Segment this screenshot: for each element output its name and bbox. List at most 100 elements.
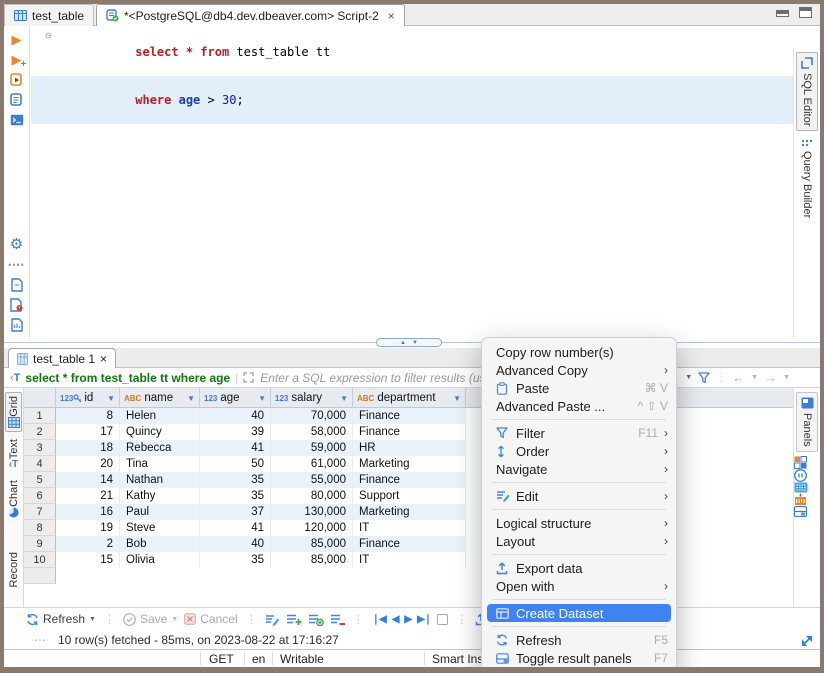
tab-panels[interactable]: Panels [796,392,818,452]
metadata-panel-icon[interactable] [794,469,820,482]
cell-name[interactable]: Tina [120,456,200,472]
table-row[interactable]: 716Paul37130,000Marketing [24,504,793,520]
tab-query-builder[interactable]: Query Builder [796,135,818,222]
load-script-icon[interactable] [8,278,26,293]
splitter-handle[interactable]: ▲ ▼ [376,338,442,347]
cancel-button[interactable]: Cancel [184,612,237,626]
table-row[interactable]: 92Bob4085,000Finance [24,536,793,552]
cell-age[interactable]: 39 [200,424,271,440]
execute-statement-icon[interactable]: ▶ [8,32,26,47]
tab-test-table[interactable]: test_table [4,4,94,26]
filter-funnel-icon[interactable] [698,372,710,384]
cell-name[interactable]: Rebecca [120,440,200,456]
minimize-view-icon[interactable] [776,10,789,17]
menu-item-navigate[interactable]: Navigate› [482,460,676,478]
cell-salary[interactable]: 58,000 [271,424,353,440]
cell-age[interactable]: 40 [200,536,271,552]
sql-code[interactable]: ⊖select * from test_table tt where age >… [31,28,793,124]
menu-item-export-data[interactable]: Export data [482,559,676,577]
calc-panel-icon[interactable] [794,482,820,493]
menu-item-paste[interactable]: Paste⌘ V [482,379,676,397]
fetch-previous-icon[interactable]: ← [732,370,745,385]
tab-record[interactable]: Record [5,549,22,590]
cell-department[interactable]: Finance [353,536,466,552]
cell-id[interactable]: 17 [56,424,120,440]
cell-department[interactable]: IT [353,520,466,536]
row-number[interactable]: 5 [24,472,56,488]
cell-name[interactable]: Quincy [120,424,200,440]
tab-grid[interactable]: Grid [5,392,22,432]
column-header-id[interactable]: 123id▼ [56,388,120,408]
erase-dropdown-icon[interactable]: ▼ [685,374,692,381]
row-number[interactable]: 3 [24,440,56,456]
grouping-panel-icon[interactable] [794,506,820,517]
menu-item-advanced-copy[interactable]: Advanced Copy› [482,361,676,379]
explain-plan-icon[interactable] [8,92,26,107]
menu-item-filter[interactable]: FilterF11› [482,424,676,442]
row-number[interactable]: 7 [24,504,56,520]
menu-item-layout[interactable]: Layout› [482,532,676,550]
column-header-salary[interactable]: 123salary▼ [271,388,353,408]
last-row-icon[interactable]: ▶❘ [417,614,431,625]
cell-salary[interactable]: 70,000 [271,408,353,424]
cell-name[interactable]: Helen [120,408,200,424]
menu-item-create-dataset[interactable]: Create Dataset [487,604,671,622]
cell-department[interactable]: Finance [353,408,466,424]
add-row-icon[interactable] [286,613,302,626]
row-number[interactable]: 10 [24,552,56,568]
menu-item-open-with[interactable]: Open with› [482,577,676,595]
maximize-view-icon[interactable] [799,7,812,18]
table-row[interactable]: 420Tina5061,000Marketing [24,456,793,472]
tab-text[interactable]: Text ‹T [5,436,22,473]
grid-corner-cell[interactable] [24,388,56,408]
execute-script-icon[interactable] [8,72,26,87]
cell-name[interactable]: Kathy [120,488,200,504]
status-writable[interactable]: Writable [280,652,324,666]
cell-id[interactable]: 8 [56,408,120,424]
first-row-icon[interactable]: ❘◀ [372,614,386,625]
value-viewer-icon[interactable] [794,456,820,469]
cell-age[interactable]: 35 [200,488,271,504]
column-sort-dropdown-icon[interactable]: ▼ [187,394,195,403]
cell-department[interactable]: HR [353,440,466,456]
collapse-down-icon[interactable]: ▼ [412,340,418,346]
cell-salary[interactable]: 120,000 [271,520,353,536]
table-row[interactable]: 318Rebecca4159,000HR [24,440,793,456]
menu-item-advanced-paste[interactable]: Advanced Paste ...^ ⇧ V [482,397,676,415]
column-sort-dropdown-icon[interactable]: ▼ [453,394,461,403]
close-tab-icon[interactable]: × [388,9,395,23]
column-sort-dropdown-icon[interactable]: ▼ [258,394,266,403]
column-header-department[interactable]: ABCdepartment▼ [353,388,466,408]
table-row[interactable]: 217Quincy3958,000Finance [24,424,793,440]
table-row[interactable]: 18Helen4070,000Finance [24,408,793,424]
menu-item-edit[interactable]: Edit› [482,487,676,505]
expand-filter-icon[interactable] [243,372,254,383]
cell-department[interactable]: IT [353,552,466,568]
previous-row-icon[interactable]: ◀ [392,614,399,625]
cell-department[interactable]: Marketing [353,456,466,472]
table-row[interactable]: 621Kathy3580,000Support [24,488,793,504]
sql-line-2[interactable]: where age > 30; [31,76,793,124]
column-header-age[interactable]: 123age▼ [200,388,271,408]
cell-department[interactable]: Support [353,488,466,504]
cell-salary[interactable]: 85,000 [271,552,353,568]
tab-script-2[interactable]: *<PostgreSQL@db4.dev.dbeaver.com> Script… [96,4,405,26]
duplicate-row-icon[interactable] [308,613,324,626]
cell-age[interactable]: 41 [200,520,271,536]
cell-age[interactable]: 35 [200,472,271,488]
table-row[interactable]: 514Nathan3555,000Finance [24,472,793,488]
cell-id[interactable]: 2 [56,536,120,552]
sql-line-1[interactable]: ⊖select * from test_table tt [31,28,793,76]
script-statistics-icon[interactable] [8,318,26,333]
cell-age[interactable]: 37 [200,504,271,520]
editor-results-splitter[interactable]: ▲ ▼ [4,338,820,348]
table-row[interactable]: 819Steve41120,000IT [24,520,793,536]
cell-name[interactable]: Nathan [120,472,200,488]
fold-marker-icon[interactable]: ⊖ [45,28,52,44]
save-script-icon[interactable] [8,298,26,313]
cell-age[interactable]: 41 [200,440,271,456]
row-number[interactable]: 9 [24,536,56,552]
column-header-name[interactable]: ABCname▼ [120,388,200,408]
column-sort-dropdown-icon[interactable]: ▼ [107,394,115,403]
next-row-icon[interactable]: ▶ [404,614,411,625]
